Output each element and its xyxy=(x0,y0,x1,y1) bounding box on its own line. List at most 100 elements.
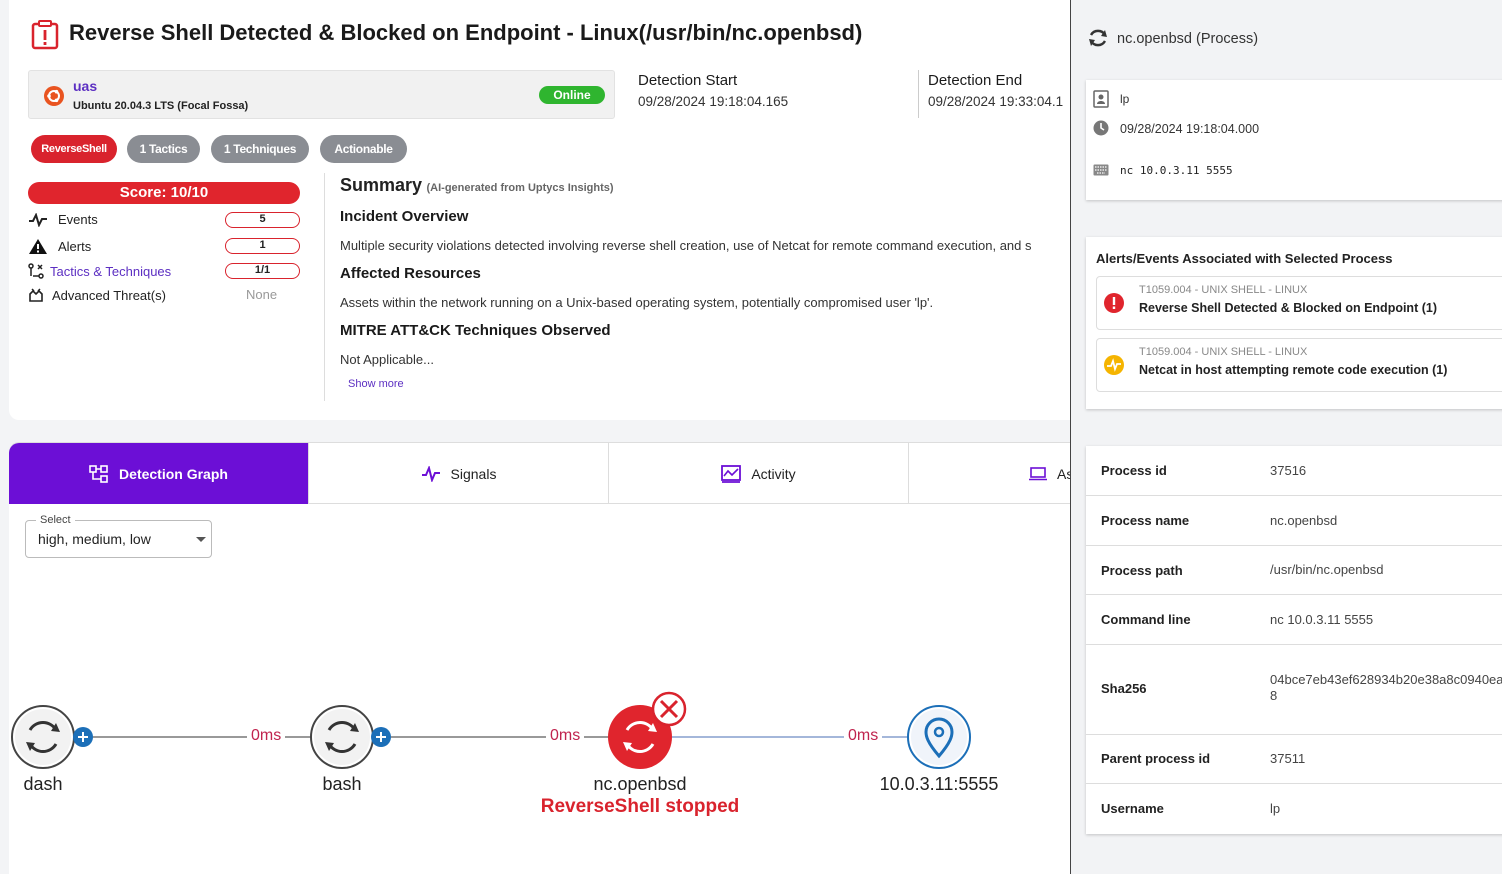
tab-assets[interactable]: As xyxy=(909,443,1070,504)
host-name[interactable]: uas xyxy=(73,78,97,94)
divider xyxy=(324,173,325,401)
detection-start-value: 09/28/2024 19:18:04.165 xyxy=(638,94,789,109)
score-bar: Score: 10/10 xyxy=(28,182,300,204)
detail-key: Process path xyxy=(1101,563,1183,578)
error-icon xyxy=(1104,293,1124,313)
detail-value: nc.openbsd xyxy=(1270,513,1338,528)
detail-value: 37516 xyxy=(1270,463,1307,478)
tab-label: Signals xyxy=(450,465,497,482)
select-label: Select xyxy=(36,514,75,526)
alert-technique: T1059.004 - UNIX SHELL - LINUX xyxy=(1139,284,1308,296)
chevron-down-icon xyxy=(196,537,206,542)
alerts-card: Alerts/Events Associated with Selected P… xyxy=(1086,237,1502,409)
events-row[interactable]: Events xyxy=(28,212,98,227)
status-text: ReverseShell stopped xyxy=(540,796,740,817)
process-side-panel: nc.openbsd (Process) lp 09/28/2024 19:18… xyxy=(1070,0,1502,874)
tab-signals[interactable]: Signals xyxy=(309,443,609,504)
alert-item[interactable]: T1059.004 - UNIX SHELL - LINUX Reverse S… xyxy=(1096,276,1502,330)
tab-detection-graph[interactable]: Detection Graph xyxy=(9,443,309,504)
graph-icon xyxy=(89,464,108,483)
main-panel: Reverse Shell Detected & Blocked on Endp… xyxy=(0,0,1070,874)
events-label: Events xyxy=(58,212,98,227)
events-count[interactable]: 5 xyxy=(225,212,300,228)
incident-card xyxy=(9,0,1070,420)
user-value: lp xyxy=(1120,92,1130,106)
tactics-count[interactable]: 1/1 xyxy=(225,263,300,279)
node-label-ip: 10.0.3.11:5555 xyxy=(879,774,999,794)
laptop-icon xyxy=(1029,466,1047,480)
process-details-table: Process id 37516 Process name nc.openbsd… xyxy=(1086,446,1502,834)
detail-key: Parent process id xyxy=(1101,751,1211,766)
detail-row: Process id 37516 xyxy=(1086,446,1502,496)
tab-activity[interactable]: Activity xyxy=(609,443,909,504)
alert-icon xyxy=(31,20,59,50)
edge-label: 0ms xyxy=(546,727,585,745)
expand-icon[interactable] xyxy=(371,727,391,747)
status-badge: Online xyxy=(539,86,605,104)
tactics-row[interactable]: Tactics & Techniques xyxy=(28,263,171,279)
tag-tactics[interactable]: 1 Tactics xyxy=(127,135,200,163)
activity-chart-icon xyxy=(721,464,742,483)
detail-row: Process name nc.openbsd xyxy=(1086,496,1502,546)
tab-label: Activity xyxy=(751,465,796,482)
alerts-card-title: Alerts/Events Associated with Selected P… xyxy=(1096,251,1393,266)
detail-key: Process name xyxy=(1101,513,1190,528)
event-item[interactable]: T1059.004 - UNIX SHELL - LINUX Netcat in… xyxy=(1096,338,1502,392)
expand-icon[interactable] xyxy=(73,727,93,747)
signals-icon xyxy=(421,465,440,482)
detail-key: Sha256 xyxy=(1101,681,1147,696)
threats-label: Advanced Threat(s) xyxy=(52,287,166,303)
user-icon xyxy=(1093,90,1109,108)
tag-actionable[interactable]: Actionable xyxy=(320,135,407,163)
process-node-bash[interactable] xyxy=(310,705,374,769)
activity-icon xyxy=(29,212,47,227)
process-summary-card: lp 09/28/2024 19:18:04.000 nc 10.0.3.11 … xyxy=(1086,80,1502,200)
node-label-bash: bash xyxy=(322,774,362,794)
detail-row: Sha256 04bce7eb43ef628934b20e38a8c0940ea… xyxy=(1086,645,1502,735)
process-icon xyxy=(1089,29,1107,47)
threats-row: Advanced Threat(s) xyxy=(28,287,166,303)
tab-label: As xyxy=(1057,465,1070,482)
overview-heading: Incident Overview xyxy=(340,208,469,225)
tactics-icon xyxy=(28,263,44,279)
tab-label: Detection Graph xyxy=(119,465,228,482)
summary-subtitle: (AI-generated from Uptycs Insights) xyxy=(426,182,614,194)
threat-icon xyxy=(29,288,43,302)
tactics-label[interactable]: Tactics & Techniques xyxy=(50,264,171,279)
node-label-nc: nc.openbsd xyxy=(593,774,687,794)
severity-select[interactable]: Select high, medium, low xyxy=(25,514,212,558)
mitre-heading: MITRE ATT&CK Techniques Observed xyxy=(340,322,611,339)
show-more-link[interactable]: Show more xyxy=(348,378,404,390)
network-node[interactable] xyxy=(907,705,971,769)
edge-label: 0ms xyxy=(844,727,883,745)
process-node-dash[interactable] xyxy=(11,705,75,769)
select-value: high, medium, low xyxy=(38,531,151,547)
detail-row: Username lp xyxy=(1086,784,1502,834)
detail-value: 37511 xyxy=(1270,751,1306,766)
alerts-count[interactable]: 1 xyxy=(225,238,300,254)
resources-heading: Affected Resources xyxy=(340,265,481,282)
ubuntu-icon xyxy=(44,86,64,106)
node-label-dash: dash xyxy=(23,774,63,794)
detail-value: nc 10.0.3.11 5555 xyxy=(1270,612,1374,627)
divider xyxy=(918,70,919,118)
tag-techniques[interactable]: 1 Techniques xyxy=(211,135,309,163)
detail-key: Username xyxy=(1101,801,1164,816)
clock-icon xyxy=(1093,120,1109,136)
detection-start-label: Detection Start xyxy=(638,72,738,89)
tag-reverseshell[interactable]: ReverseShell xyxy=(31,135,117,163)
cmd-value: nc 10.0.3.11 5555 xyxy=(1120,164,1233,177)
detail-value: lp xyxy=(1270,801,1281,816)
time-value: 09/28/2024 19:18:04.000 xyxy=(1120,122,1260,136)
detail-value: 04bce7eb43ef628934b20e38a8c0940ea628 xyxy=(1270,672,1502,703)
signal-icon xyxy=(1104,355,1124,375)
tab-bar: Detection Graph Signals Activity As xyxy=(9,442,1070,504)
mitre-text: Not Applicable... xyxy=(340,352,434,367)
resources-text: Assets within the network running on a U… xyxy=(340,295,934,310)
host-os: Ubuntu 20.04.3 LTS (Focal Fossa) xyxy=(73,100,249,112)
alert-name: Reverse Shell Detected & Blocked on Endp… xyxy=(1139,301,1437,315)
alerts-row[interactable]: Alerts xyxy=(28,238,91,255)
host-card[interactable]: uas Ubuntu 20.04.3 LTS (Focal Fossa) Onl… xyxy=(28,70,615,119)
detail-key: Command line xyxy=(1101,612,1191,627)
summary-header: Summary (AI-generated from Uptycs Insigh… xyxy=(340,175,614,196)
